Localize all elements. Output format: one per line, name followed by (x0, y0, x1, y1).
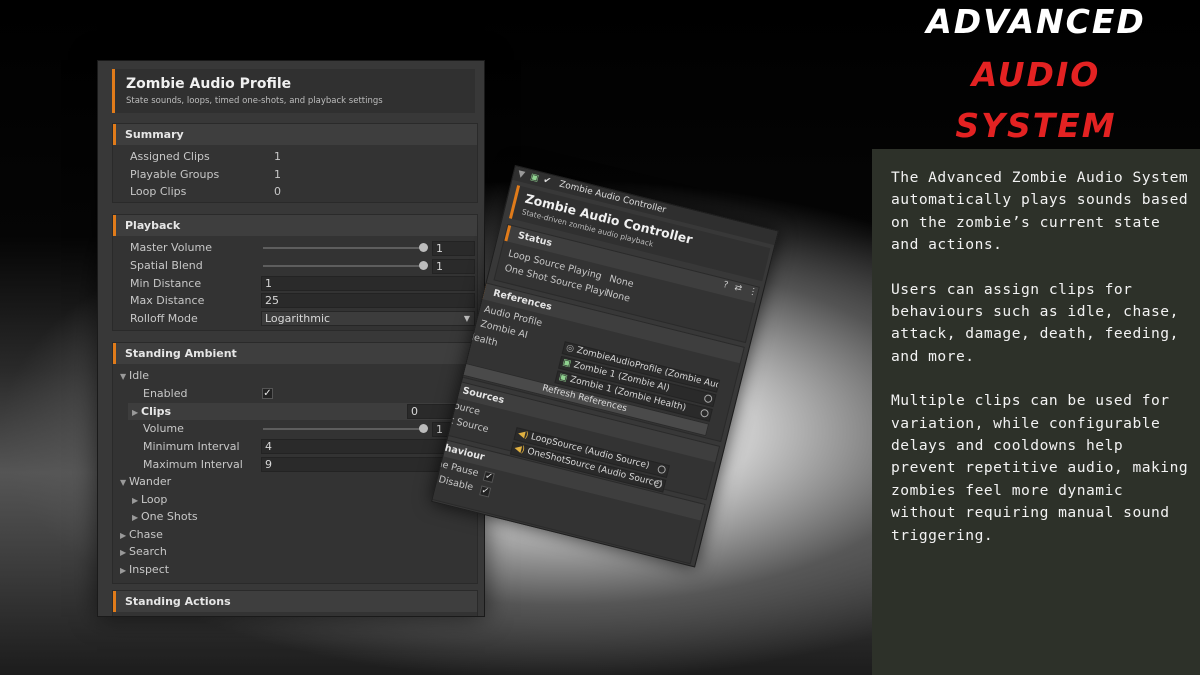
description-paragraph-3: Multiple clips can be used for variation… (891, 392, 1189, 544)
one-shots-label: One Shots (141, 510, 198, 523)
max-distance-label: Max Distance (130, 294, 205, 307)
search-label: Search (129, 545, 167, 558)
script-icon: ▣ (561, 357, 573, 370)
standing-actions-section: Standing Actions (112, 590, 478, 616)
script-icon: ▣ (529, 172, 540, 184)
speaker-icon: ◀) (513, 443, 526, 456)
spatial-blend-field[interactable]: 1 (432, 259, 475, 274)
profile-subtitle: State sounds, loops, timed one-shots, an… (126, 96, 383, 106)
enabled-check-icon[interactable]: ✔ (542, 175, 552, 187)
collapsed-arrow-icon: ▶ (132, 408, 139, 417)
playback-header[interactable]: Playback (113, 215, 477, 236)
chevron-down-icon: ▼ (463, 314, 470, 323)
collapsed-arrow-icon: ▶ (132, 496, 139, 505)
description-paragraph-2: Users can assign clips for behaviours su… (891, 280, 1179, 365)
foldout-arrow-icon: ▼ (516, 169, 526, 181)
loop-clips-label: Loop Clips (130, 185, 187, 198)
collapsed-arrow-icon: ▶ (120, 566, 127, 575)
assigned-clips-label: Assigned Clips (130, 150, 210, 163)
preset-icon[interactable]: ⇄ (733, 283, 743, 295)
script-icon: ▣ (557, 372, 569, 384)
profile-title: Zombie Audio Profile (126, 76, 292, 92)
volume-label: Volume (143, 422, 184, 435)
description-paragraph-1: The Advanced Zombie Audio System automat… (891, 169, 1189, 254)
inspect-label: Inspect (129, 563, 170, 576)
idle-label: Idle (129, 369, 150, 382)
master-volume-slider[interactable] (263, 247, 423, 249)
title-line-system: SYSTEM (955, 106, 1117, 145)
min-distance-label: Min Distance (130, 277, 202, 290)
one-shots-foldout[interactable]: ▶ One Shots (132, 509, 198, 525)
clips-foldout[interactable]: ▶ Clips (132, 404, 171, 420)
loop-foldout[interactable]: ▶ Loop (132, 492, 167, 508)
summary-header[interactable]: Summary (113, 124, 477, 145)
min-distance-field[interactable]: 1 (261, 276, 475, 291)
chase-foldout[interactable]: ▶ Chase (120, 527, 163, 543)
rolloff-mode-label: Rolloff Mode (130, 312, 198, 325)
search-foldout[interactable]: ▶ Search (120, 544, 167, 560)
wander-label: Wander (129, 475, 172, 488)
spatial-blend-knob[interactable] (419, 261, 428, 270)
title-line-audio: AUDIO (971, 55, 1101, 94)
maximum-interval-label: Maximum Interval (143, 458, 243, 471)
profile-header: Zombie Audio Profile State sounds, loops… (112, 69, 475, 113)
collapsed-arrow-icon: ▶ (120, 531, 127, 540)
max-distance-field[interactable]: 25 (261, 293, 475, 308)
standing-ambient-header[interactable]: Standing Ambient (113, 343, 477, 364)
collapsed-arrow-icon: ▶ (132, 513, 139, 522)
volume-knob[interactable] (419, 424, 428, 433)
wander-foldout[interactable]: ▼ Wander (120, 474, 171, 490)
standing-actions-header[interactable]: Standing Actions (113, 591, 477, 612)
assigned-clips-value: 1 (274, 150, 281, 163)
expanded-arrow-icon: ▼ (120, 478, 127, 487)
volume-slider[interactable] (263, 428, 423, 430)
master-volume-field[interactable]: 1 (432, 241, 475, 256)
master-volume-knob[interactable] (419, 243, 428, 252)
spatial-blend-slider[interactable] (263, 265, 423, 267)
chase-label: Chase (129, 528, 163, 541)
spatial-blend-label: Spatial Blend (130, 259, 203, 272)
rolloff-mode-value: Logarithmic (265, 312, 331, 325)
idle-foldout[interactable]: ▼ Idle (120, 368, 149, 384)
clips-label: Clips (141, 405, 172, 418)
zombie-audio-profile-inspector: Zombie Audio Profile State sounds, loops… (97, 60, 485, 617)
minimum-interval-label: Minimum Interval (143, 440, 240, 453)
scriptable-object-icon: ◎ (565, 342, 576, 355)
rolloff-mode-dropdown[interactable]: Logarithmic ▼ (261, 311, 475, 326)
expanded-arrow-icon: ▼ (120, 372, 127, 381)
playable-groups-label: Playable Groups (130, 168, 220, 181)
collapsed-arrow-icon: ▶ (120, 548, 127, 557)
title-line-advanced: ADVANCED (926, 2, 1146, 41)
loop-clips-value: 0 (274, 185, 281, 198)
speaker-icon: ◀) (516, 428, 530, 442)
object-picker-icon[interactable] (699, 408, 710, 419)
loop-label: Loop (141, 493, 168, 506)
inspect-foldout[interactable]: ▶ Inspect (120, 562, 169, 578)
promo-description-panel: The Advanced Zombie Audio System automat… (872, 149, 1200, 675)
master-volume-label: Master Volume (130, 241, 212, 254)
object-picker-icon[interactable] (656, 464, 667, 475)
enabled-label: Enabled (143, 387, 188, 400)
object-picker-icon[interactable] (703, 393, 714, 404)
playable-groups-value: 1 (274, 168, 281, 181)
enabled-checkbox[interactable]: ✓ (262, 388, 273, 399)
promo-title: ADVANCED AUDIO SYSTEM (872, 0, 1200, 148)
help-icon[interactable]: ? (722, 280, 729, 291)
